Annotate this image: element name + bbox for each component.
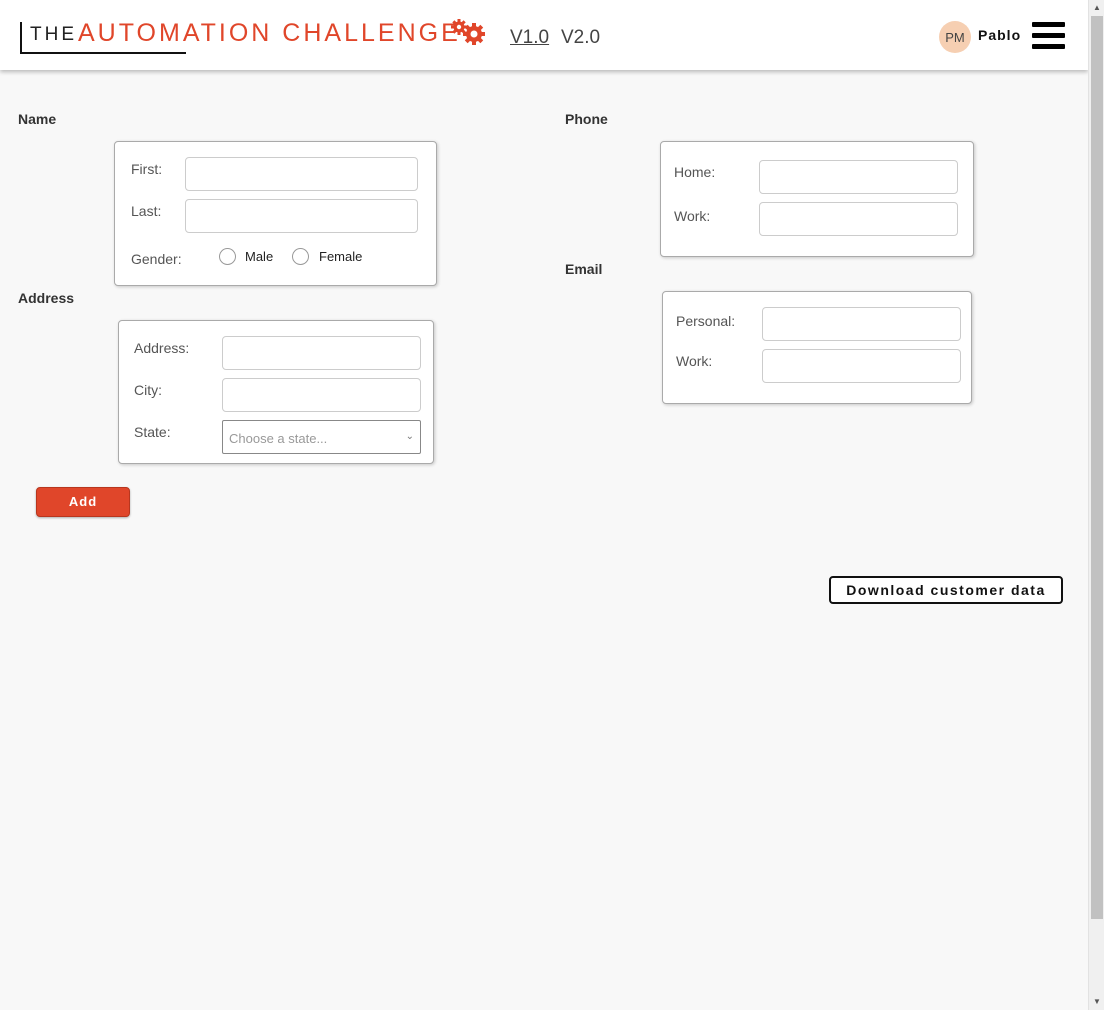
hamburger-bar <box>1032 22 1065 27</box>
last-name-input[interactable] <box>185 199 418 233</box>
home-phone-input[interactable] <box>759 160 958 194</box>
gears-icon <box>451 19 485 45</box>
hamburger-menu-icon[interactable] <box>1032 22 1065 49</box>
version-v2-link[interactable]: V2.0 <box>561 27 600 49</box>
address-label: Address: <box>134 340 190 356</box>
work-email-label: Work: <box>676 353 713 369</box>
address-panel: Address: City: State: Choose a state... … <box>118 320 434 464</box>
hamburger-bar <box>1032 33 1065 38</box>
gender-male-label[interactable]: Male <box>245 249 273 264</box>
avatar[interactable]: PM <box>939 21 971 53</box>
state-select[interactable]: Choose a state... ⌄ <box>222 420 421 454</box>
first-name-input[interactable] <box>185 157 418 191</box>
name-section-label: Name <box>18 111 57 127</box>
phone-panel: Home: Work: <box>660 141 974 257</box>
download-customer-data-button[interactable]: Download customer data <box>829 576 1063 604</box>
email-panel: Personal: Work: <box>662 291 972 404</box>
gender-male-radio[interactable] <box>219 248 236 265</box>
address-section-label: Address <box>18 290 75 306</box>
version-v1-link[interactable]: V1.0 <box>510 27 549 49</box>
gender-female-label[interactable]: Female <box>319 249 362 264</box>
top-nav-bar: THE AUTOMATION CHALLENGE V1.0 V2.0 PM Pa… <box>0 0 1088 70</box>
chevron-down-icon: ⌄ <box>405 431 414 442</box>
add-button[interactable]: Add <box>36 487 130 517</box>
name-panel: First: Last: Gender: Male Female <box>114 141 437 286</box>
city-label: City: <box>134 382 162 398</box>
work-phone-label: Work: <box>674 208 711 224</box>
first-name-label: First: <box>131 161 163 177</box>
personal-email-label: Personal: <box>676 313 736 329</box>
email-section-label: Email <box>565 261 603 277</box>
username[interactable]: Pablo <box>978 27 1021 43</box>
scroll-up-arrow-icon[interactable]: ▲ <box>1089 0 1104 16</box>
address-input[interactable] <box>222 336 421 370</box>
logo-the-text: THE <box>30 24 77 45</box>
state-select-placeholder: Choose a state... <box>229 431 328 446</box>
scroll-down-arrow-icon[interactable]: ▼ <box>1089 994 1104 1010</box>
gender-female-radio[interactable] <box>292 248 309 265</box>
city-input[interactable] <box>222 378 421 412</box>
gender-label: Gender: <box>131 251 182 267</box>
personal-email-input[interactable] <box>762 307 961 341</box>
logo-title-text: AUTOMATION CHALLENGE <box>78 19 461 47</box>
scrollbar-thumb[interactable] <box>1091 16 1103 919</box>
last-name-label: Last: <box>131 203 162 219</box>
phone-section-label: Phone <box>565 111 608 127</box>
home-phone-label: Home: <box>674 164 716 180</box>
work-phone-input[interactable] <box>759 202 958 236</box>
state-label: State: <box>134 424 171 440</box>
vertical-scrollbar[interactable]: ▲ ▼ <box>1088 0 1104 1010</box>
work-email-input[interactable] <box>762 349 961 383</box>
hamburger-bar <box>1032 44 1065 49</box>
